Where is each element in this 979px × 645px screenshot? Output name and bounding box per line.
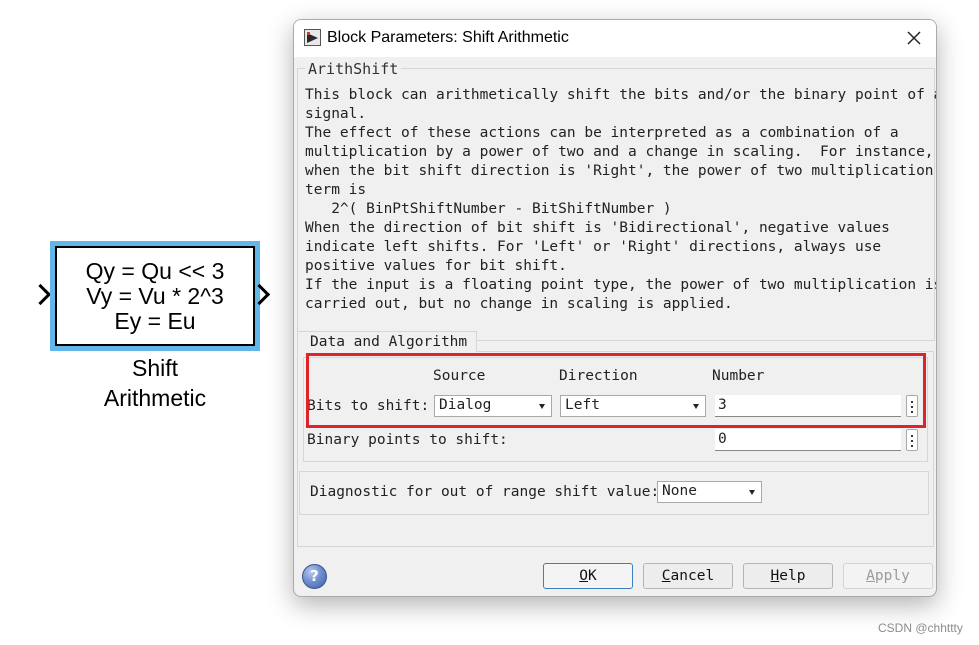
bits-number-options-button[interactable] — [906, 395, 918, 417]
cancel-label-rest: ancel — [670, 568, 715, 584]
direction-column-header: Direction — [559, 368, 638, 384]
chevron-down-icon — [749, 490, 755, 495]
kebab-dot — [911, 411, 913, 413]
bits-direction-value: Left — [565, 397, 600, 413]
watermark: CSDN @chhttty — [878, 621, 963, 635]
bits-to-shift-label: Bits to shift: — [307, 398, 430, 414]
binary-points-options-button[interactable] — [906, 429, 918, 451]
help-button[interactable]: Help — [743, 563, 833, 589]
block-name-label[interactable]: Shift Arithmetic — [55, 353, 255, 413]
binary-points-input[interactable]: 0 — [715, 429, 901, 451]
block-text-line: Ey = Eu — [114, 307, 196, 334]
diagnostic-select[interactable]: None — [657, 481, 762, 503]
block-body: Qy = Qu << 3 Vy = Vu * 2^3 Ey = Eu — [55, 246, 255, 346]
help-label-rest: elp — [779, 568, 806, 584]
dialog-title: Block Parameters: Shift Arithmetic — [327, 29, 569, 46]
diagnostic-value: None — [662, 483, 697, 499]
apply-label-rest: pply — [874, 568, 910, 584]
ok-button[interactable]: OK — [543, 563, 633, 589]
bits-direction-select[interactable]: Left — [560, 395, 706, 417]
diagnostic-label: Diagnostic for out of range shift value: — [310, 484, 660, 500]
ok-mnemonic: O — [579, 568, 588, 584]
tab-data-and-algorithm[interactable]: Data and Algorithm — [297, 331, 477, 352]
kebab-dot — [911, 440, 913, 442]
block-name-line: Shift — [131, 355, 179, 381]
source-column-header: Source — [433, 368, 486, 384]
kebab-dot — [911, 406, 913, 408]
bits-number-input[interactable]: 3 — [715, 395, 901, 417]
cancel-mnemonic: C — [661, 568, 671, 584]
input-port-icon[interactable] — [29, 283, 52, 306]
close-button[interactable] — [902, 26, 926, 50]
ok-label-rest: K — [588, 568, 597, 584]
bits-source-select[interactable]: Dialog — [434, 395, 552, 417]
apply-mnemonic: A — [866, 568, 875, 584]
number-column-header: Number — [712, 368, 765, 384]
binary-points-label: Binary points to shift: — [307, 432, 508, 448]
simulink-block-icon — [304, 29, 321, 46]
close-icon — [907, 31, 921, 45]
kebab-dot — [911, 445, 913, 447]
chevron-down-icon — [539, 404, 545, 409]
bits-source-value: Dialog — [439, 397, 492, 413]
apply-button[interactable]: Apply — [843, 563, 933, 589]
dialog-titlebar[interactable]: Block Parameters: Shift Arithmetic — [294, 20, 936, 57]
shift-arithmetic-block[interactable]: Qy = Qu << 3 Vy = Vu * 2^3 Ey = Eu — [50, 241, 260, 351]
block-description: This block can arithmetically shift the … — [305, 87, 936, 312]
cancel-button[interactable]: Cancel — [643, 563, 733, 589]
block-name-line: Arithmetic — [103, 385, 207, 411]
kebab-dot — [911, 435, 913, 437]
block-text-line: Qy = Qu << 3 — [85, 257, 225, 284]
chevron-down-icon — [693, 404, 699, 409]
description-legend: ArithShift — [305, 60, 402, 78]
help-icon[interactable]: ? — [302, 564, 327, 589]
help-mnemonic: H — [770, 568, 780, 584]
kebab-dot — [911, 401, 913, 403]
block-text-line: Vy = Vu * 2^3 — [86, 282, 224, 309]
